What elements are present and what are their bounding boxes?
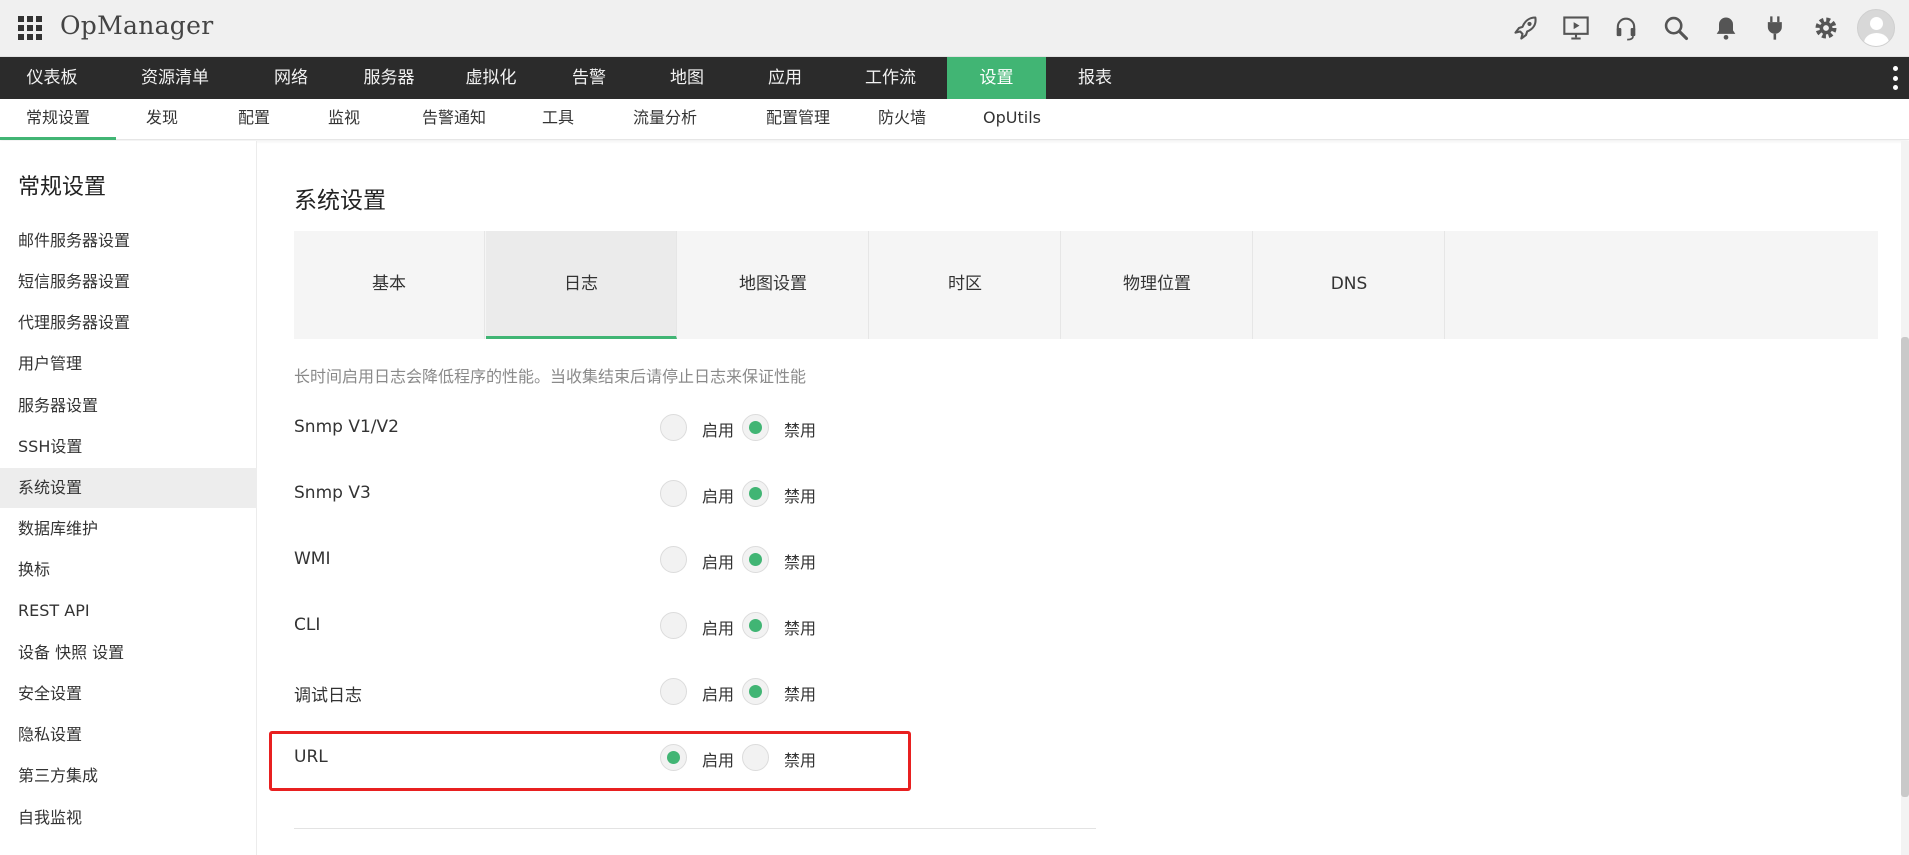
enable-radio[interactable] [660, 678, 687, 705]
app-logo: OpManager [60, 11, 214, 40]
log-setting-row: Snmp V1/V2 启用 禁用 [294, 409, 914, 449]
enable-label[interactable]: 启用 [702, 681, 734, 705]
tab-timezone[interactable]: 时区 [870, 231, 1061, 339]
main-nav: 仪表板 资源清单 网络 服务器 虚拟化 告警 地图 应用 工作流 设置 报表 [0, 57, 1909, 99]
sidebar-item-proxy-server[interactable]: 代理服务器设置 [0, 303, 257, 343]
sidebar-item-server-settings[interactable]: 服务器设置 [0, 386, 257, 426]
sidebar-item-sms-server[interactable]: 短信服务器设置 [0, 262, 257, 302]
search-icon[interactable] [1651, 8, 1701, 48]
log-setting-label: 调试日志 [294, 686, 362, 706]
header-toolbar [1501, 8, 1895, 48]
sidebar-item-mail-server[interactable]: 邮件服务器设置 [0, 221, 257, 261]
tab-map-settings[interactable]: 地图设置 [678, 231, 869, 339]
disable-label[interactable]: 禁用 [784, 549, 816, 573]
sidebar-title: 常规设置 [18, 175, 107, 200]
disable-radio[interactable] [742, 678, 769, 705]
sidebar-item-ssh-settings[interactable]: SSH设置 [0, 427, 257, 467]
disable-radio[interactable] [742, 612, 769, 639]
tab-dns[interactable]: DNS [1254, 231, 1445, 339]
tab-physical-location[interactable]: 物理位置 [1062, 231, 1253, 339]
subnav-discovery[interactable]: 发现 [130, 99, 194, 140]
section-divider [294, 828, 1096, 829]
page-scrollbar[interactable] [1901, 141, 1909, 855]
settings-tabs: 基本 日志 地图设置 时区 物理位置 DNS [294, 231, 1878, 339]
tab-basic[interactable]: 基本 [294, 231, 485, 339]
enable-label[interactable]: 启用 [702, 417, 734, 441]
subnav-config-management[interactable]: 配置管理 [748, 99, 848, 140]
log-setting-label: CLI [294, 615, 321, 635]
nav-alarms[interactable]: 告警 [540, 57, 638, 99]
nav-network[interactable]: 网络 [246, 57, 336, 99]
log-setting-label: Snmp V1/V2 [294, 417, 399, 437]
presentation-icon[interactable] [1551, 8, 1601, 48]
subnav-firewall[interactable]: 防火墙 [872, 99, 932, 140]
subnav-flow-analysis[interactable]: 流量分析 [622, 99, 708, 140]
sidebar-item-database-maintenance[interactable]: 数据库维护 [0, 509, 257, 549]
subnav-configuration[interactable]: 配置 [222, 99, 286, 140]
sidebar-item-self-monitoring[interactable]: 自我监视 [0, 798, 257, 838]
enable-label[interactable]: 启用 [702, 483, 734, 507]
sidebar-item-third-party-integration[interactable]: 第三方集成 [0, 756, 257, 796]
enable-radio[interactable] [660, 480, 687, 507]
gear-icon[interactable] [1801, 8, 1851, 48]
headset-icon[interactable] [1601, 8, 1651, 48]
log-setting-row: 调试日志 启用 禁用 [294, 673, 914, 713]
nav-inventory[interactable]: 资源清单 [104, 57, 246, 99]
nav-settings[interactable]: 设置 [947, 57, 1046, 99]
nav-dashboard[interactable]: 仪表板 [0, 57, 104, 99]
enable-label[interactable]: 启用 [702, 615, 734, 639]
sidebar-item-privacy-settings[interactable]: 隐私设置 [0, 715, 257, 755]
log-setting-row: CLI 启用 禁用 [294, 607, 914, 647]
log-setting-label: WMI [294, 549, 331, 569]
enable-radio[interactable] [660, 414, 687, 441]
more-options-icon[interactable] [1893, 66, 1899, 90]
subnav-tools[interactable]: 工具 [526, 99, 590, 140]
settings-sidebar: 常规设置 邮件服务器设置 短信服务器设置 代理服务器设置 用户管理 服务器设置 … [0, 141, 257, 855]
sidebar-item-user-management[interactable]: 用户管理 [0, 344, 257, 384]
disable-label[interactable]: 禁用 [784, 417, 816, 441]
disable-label[interactable]: 禁用 [784, 483, 816, 507]
nav-apps[interactable]: 应用 [736, 57, 834, 99]
subnav-oputils[interactable]: OpUtils [976, 99, 1048, 140]
nav-virtualization[interactable]: 虚拟化 [442, 57, 540, 99]
subnav-monitoring[interactable]: 监视 [312, 99, 376, 140]
disable-radio[interactable] [742, 414, 769, 441]
enable-label[interactable]: 启用 [702, 549, 734, 573]
disable-radio[interactable] [742, 546, 769, 573]
nav-workflow[interactable]: 工作流 [834, 57, 947, 99]
page-title: 系统设置 [294, 188, 386, 214]
nav-reports[interactable]: 报表 [1046, 57, 1144, 99]
top-header: OpManager [0, 0, 1909, 57]
tab-logging[interactable]: 日志 [486, 231, 677, 339]
scrollbar-thumb[interactable] [1901, 337, 1909, 797]
bell-icon[interactable] [1701, 8, 1751, 48]
disable-radio[interactable] [742, 480, 769, 507]
disable-label[interactable]: 禁用 [784, 681, 816, 705]
url-row-highlight-box [269, 731, 911, 791]
user-avatar-icon[interactable] [1857, 9, 1895, 47]
sidebar-item-rebranding[interactable]: 换标 [0, 550, 257, 590]
enable-radio[interactable] [660, 546, 687, 573]
subnav-alert-notification[interactable]: 告警通知 [408, 99, 500, 140]
nav-maps[interactable]: 地图 [638, 57, 736, 99]
log-setting-row: Snmp V3 启用 禁用 [294, 475, 914, 515]
nav-servers[interactable]: 服务器 [336, 57, 442, 99]
log-setting-label: Snmp V3 [294, 483, 371, 503]
rocket-icon[interactable] [1501, 8, 1551, 48]
apps-grid-icon[interactable] [18, 16, 42, 40]
subnav-general-settings[interactable]: 常规设置 [0, 99, 116, 140]
sidebar-item-security-settings[interactable]: 安全设置 [0, 674, 257, 714]
sidebar-item-rest-api[interactable]: REST API [0, 591, 257, 631]
sidebar-item-system-settings[interactable]: 系统设置 [0, 468, 257, 508]
sub-nav: 常规设置 发现 配置 监视 告警通知 工具 流量分析 配置管理 防火墙 OpUt… [0, 99, 1909, 140]
sidebar-item-device-snapshot[interactable]: 设备 快照 设置 [0, 633, 257, 673]
enable-radio[interactable] [660, 612, 687, 639]
performance-notice: 长时间启用日志会降低程序的性能。当收集结束后请停止日志来保证性能 [294, 367, 807, 386]
disable-label[interactable]: 禁用 [784, 615, 816, 639]
plug-icon[interactable] [1751, 8, 1801, 48]
log-setting-row: WMI 启用 禁用 [294, 541, 914, 581]
